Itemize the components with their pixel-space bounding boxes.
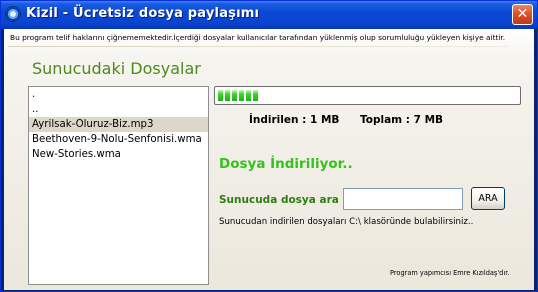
download-status: Dosya İndiriliyor.. (219, 156, 353, 172)
progress-fill (218, 90, 260, 101)
server-file-list[interactable]: ... Ayrilsak-Oluruz-Biz.mp3 Beethoven-9-No… (28, 86, 209, 285)
search-label: Sunucuda dosya ara : (219, 194, 347, 206)
total-size: Toplam : 7 MB (360, 114, 444, 126)
download-location-info: Sunucudan indirilen dosyaları C:\ klasör… (219, 217, 474, 227)
search-input[interactable] (343, 188, 463, 210)
progress-segment (225, 90, 230, 101)
progress-segment (218, 90, 223, 101)
notice-divider (8, 46, 508, 47)
progress-segment (232, 90, 237, 101)
downloaded-size: İndirilen : 1 MB (249, 114, 340, 126)
window-title: Kizil - Ücretsiz dosya paylaşımı (26, 6, 260, 21)
file-list-item[interactable]: New-Stories.wma (29, 147, 208, 162)
progress-segment (239, 90, 244, 101)
search-button[interactable]: ARA (471, 187, 505, 210)
title-bar[interactable]: Kizil - Ücretsiz dosya paylaşımı ✕ (1, 1, 537, 29)
author-credit: Program yapımcısı Emre Kızıldaş'dır. (390, 269, 510, 277)
file-list-item[interactable]: .. (29, 102, 208, 117)
close-icon: ✕ (516, 6, 529, 22)
download-progress-bar (214, 86, 521, 105)
progress-segment (253, 90, 258, 101)
file-list-item[interactable]: Ayrilsak-Oluruz-Biz.mp3 (29, 117, 208, 132)
copyright-notice: Bu program telif haklarını çiğnememekted… (10, 33, 506, 42)
file-list-item[interactable]: Beethoven-9-Nolu-Senfonisi.wma (29, 132, 208, 147)
progress-segment (246, 90, 251, 101)
close-button[interactable]: ✕ (512, 4, 533, 25)
file-list-item[interactable]: . (29, 87, 208, 102)
window-client-area: Bu program telif haklarını çiğnememekted… (4, 29, 534, 290)
main-panel: Bu program telif haklarını çiğnememekted… (4, 29, 534, 290)
app-icon (6, 7, 20, 21)
server-files-heading: Sunucudaki Dosyalar (32, 59, 201, 78)
app-window: Kizil - Ücretsiz dosya paylaşımı ✕ Bu pr… (0, 0, 538, 292)
